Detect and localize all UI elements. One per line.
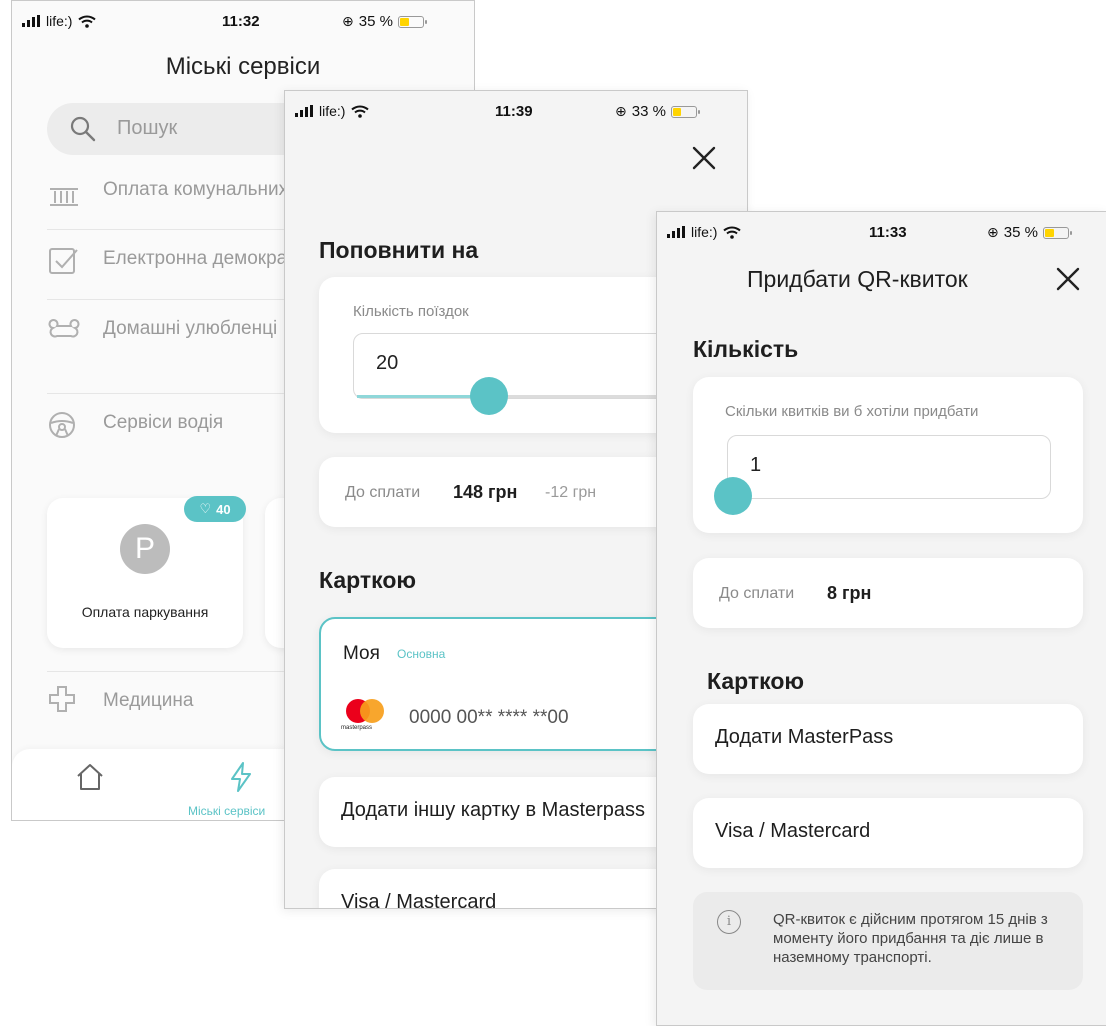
search-icon: [70, 116, 96, 142]
visa-label: Visa / Mastercard: [715, 820, 871, 842]
search-placeholder: Пошук: [117, 117, 178, 139]
status-time: 11:32: [222, 13, 260, 30]
battery-icon: [397, 15, 427, 28]
card-name: Моя: [343, 643, 380, 664]
wifi-icon: [351, 105, 370, 118]
steering-wheel-icon: [49, 412, 75, 438]
signal-icon: [22, 15, 40, 27]
page-title: Придбати QR-квиток: [747, 266, 968, 292]
status-time: 11:39: [495, 103, 533, 120]
visa-mastercard-button[interactable]: Visa / Mastercard: [693, 798, 1083, 868]
status-bar: life:) 11:33 ⊕ 35 %: [657, 212, 1106, 252]
status-bar: life:) 11:39 ⊕ 33 %: [285, 91, 747, 131]
pay-discount: -12 грн: [545, 484, 597, 501]
carrier-name: life:): [46, 13, 73, 29]
close-icon[interactable]: [691, 145, 717, 171]
trips-slider-fill: [357, 395, 489, 398]
card-primary-tag: Основна: [397, 647, 446, 661]
topup-heading: Поповнити на: [319, 237, 479, 263]
checkbox-icon: [49, 248, 78, 274]
battery-icon: [670, 105, 700, 118]
bank-icon: [50, 188, 78, 206]
rotation-lock-icon: ⊕: [342, 13, 354, 29]
info-notice: i QR-квиток є дійсним протягом 15 днів з…: [693, 892, 1083, 990]
qr-ticket-screen: life:) 11:33 ⊕ 35 % Придбати QR-квиток К…: [656, 211, 1106, 1026]
add-masterpass-label: Додати MasterPass: [715, 726, 894, 748]
pay-amount: 148 грн: [453, 482, 518, 502]
menu-item-label: Оплата комунальних: [103, 179, 289, 200]
nav-item-city-services-label[interactable]: Міські сервіси: [188, 804, 265, 818]
pay-label: До сплати: [719, 585, 795, 602]
pay-amount: 8 грн: [827, 583, 872, 603]
heart-icon: ♡: [199, 501, 212, 516]
wifi-icon: [723, 226, 742, 239]
signal-icon: [295, 105, 313, 117]
wifi-icon: [78, 15, 97, 28]
trips-label: Кількість поїздок: [353, 303, 469, 320]
quantity-slider-thumb[interactable]: [714, 477, 752, 515]
status-time: 11:33: [869, 224, 907, 241]
menu-item-label: Сервіси водія: [103, 412, 224, 433]
info-icon: i: [717, 910, 741, 934]
quantity-input[interactable]: 1: [727, 435, 1051, 499]
signal-icon: [667, 226, 685, 238]
battery-icon: [1042, 226, 1072, 239]
parking-icon: P: [120, 524, 170, 574]
quantity-card: Скільки квитків ви б хотіли придбати 1: [693, 377, 1083, 533]
add-card-label: Додати іншу картку в Masterpass: [341, 799, 646, 821]
trips-value: 20: [376, 352, 399, 374]
card-heading: Карткою: [319, 567, 417, 593]
quantity-value: 1: [750, 454, 762, 476]
battery-percent: 33 %: [631, 103, 666, 120]
trips-slider-thumb[interactable]: [469, 377, 508, 415]
status-bar: life:) 11:32 ⊕ 35 %: [12, 1, 474, 41]
rotation-lock-icon: ⊕: [615, 103, 627, 119]
bone-icon: [48, 319, 80, 338]
page-title: Міські сервіси: [165, 53, 321, 80]
pay-label: До сплати: [345, 484, 421, 501]
likes-count: 40: [216, 501, 231, 517]
info-text: QR-квиток є дійсним протягом 15 днів з м…: [773, 911, 1048, 966]
rotation-lock-icon: ⊕: [987, 224, 999, 240]
parking-card-label: Оплата паркування: [81, 604, 209, 620]
close-icon[interactable]: [1055, 266, 1081, 292]
likes-badge: ♡ 40: [184, 496, 246, 522]
carrier-name: life:): [319, 103, 346, 119]
battery-percent: 35 %: [358, 13, 393, 30]
menu-item-label: Медицина: [103, 690, 194, 711]
quantity-heading: Кількість: [693, 336, 799, 362]
menu-item-label: Електронна демократія: [103, 248, 311, 269]
battery-percent: 35 %: [1003, 224, 1038, 241]
home-icon[interactable]: [74, 761, 106, 793]
quantity-slider-track[interactable]: [733, 495, 1049, 498]
carrier-name: life:): [691, 224, 718, 240]
add-masterpass-button[interactable]: Додати MasterPass: [693, 704, 1083, 774]
lightning-icon[interactable]: [228, 761, 254, 793]
menu-item-label: Домашні улюбленці: [103, 318, 278, 339]
masterpass-logo: masterpass: [341, 697, 391, 737]
medical-cross-icon: [49, 686, 75, 712]
quantity-label: Скільки квитків ви б хотіли придбати: [725, 403, 979, 420]
payment-summary-card: До сплати 8 грн: [693, 558, 1083, 628]
card-heading: Карткою: [707, 668, 805, 694]
card-number: 0000 00** **** **00: [409, 707, 569, 728]
visa-label: Visa / Mastercard: [341, 891, 497, 909]
